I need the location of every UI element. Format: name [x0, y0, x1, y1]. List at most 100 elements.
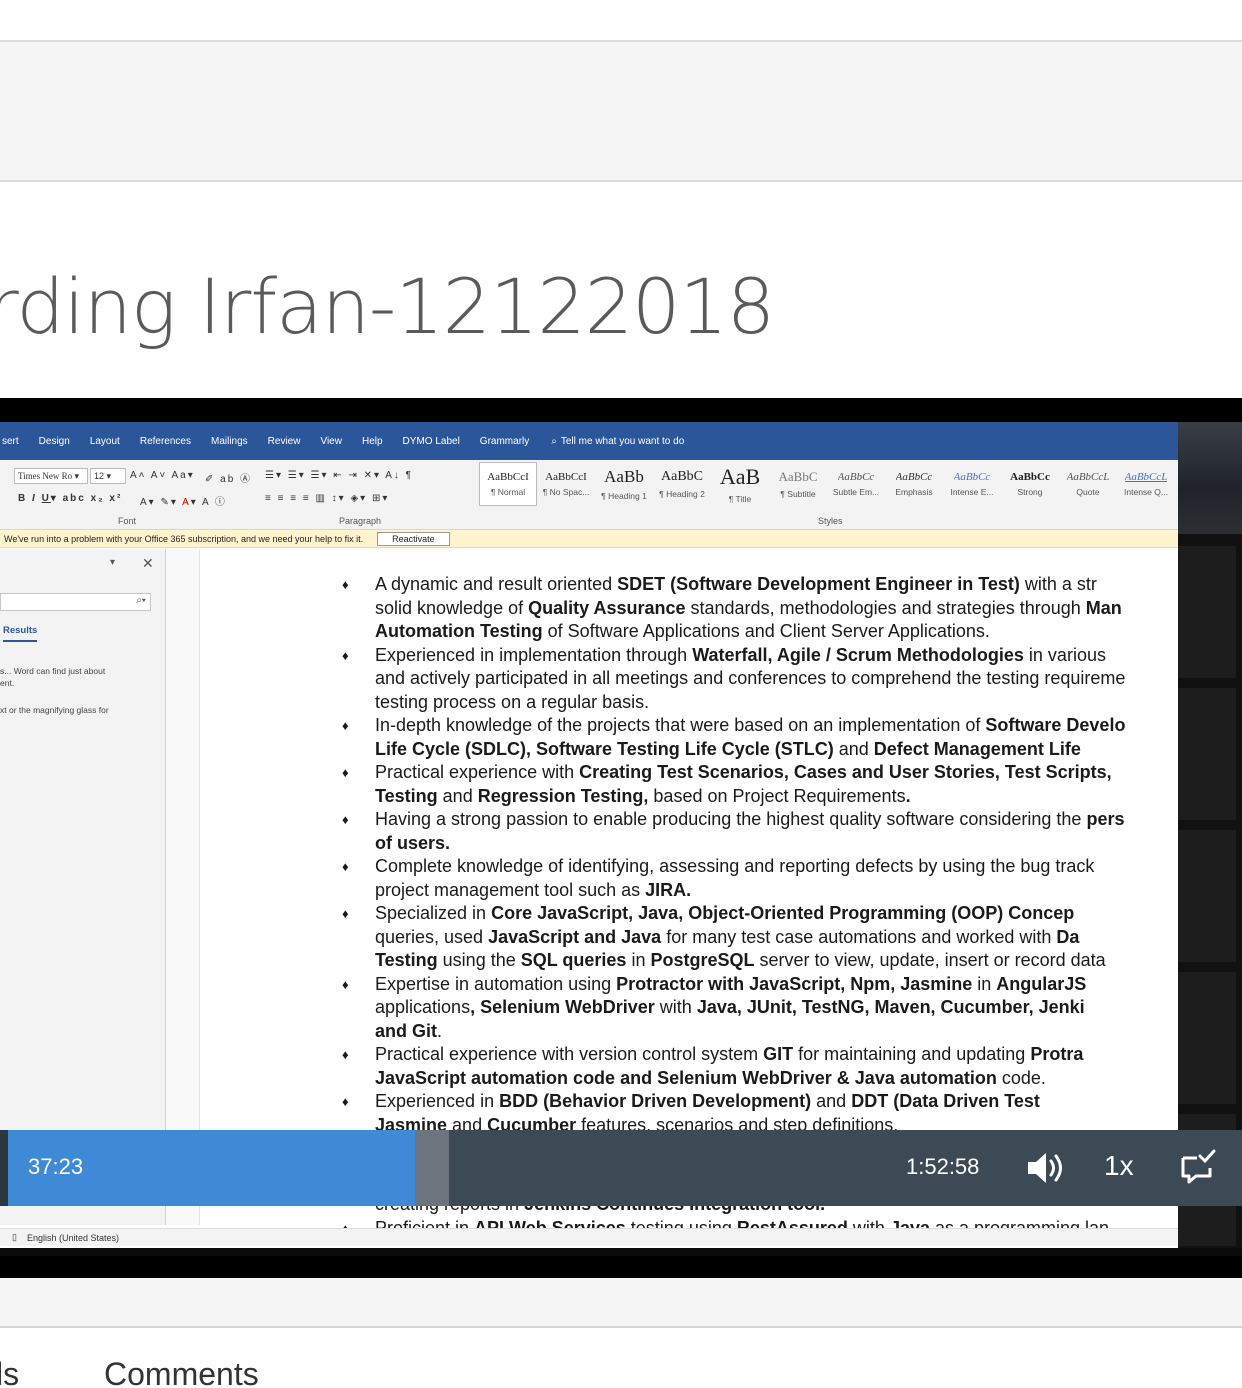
style-item: AaBbC ¶ Subtitle — [769, 462, 827, 506]
list-icons: ☰▾ ☰▾ ☰▾ ⇤ ⇥ ✕▾ A↓ ¶ — [265, 470, 414, 481]
style-sample: AaBbCcL — [1124, 471, 1168, 483]
text-run: Expertise in automation using — [375, 973, 617, 994]
tab-comments[interactable]: Comments — [104, 1356, 259, 1388]
bold-text: Testing — [375, 950, 438, 970]
bullet-item: Practical experience with Creating Test … — [342, 761, 1178, 808]
style-name: Emphasis — [895, 487, 933, 497]
bullet-item: A dynamic and result oriented SDET (Soft… — [342, 573, 1178, 644]
ribbon-tab-help: Help — [361, 435, 383, 447]
text-run: and — [811, 1091, 852, 1111]
warning-text: We've run into a problem with your Offic… — [4, 533, 364, 544]
bullet-item: Experienced in implementation through Wa… — [342, 644, 1178, 715]
style-item: AaBbCcI ¶ No Spac... — [537, 462, 595, 506]
style-sample: AaBbC — [661, 469, 703, 484]
text-run: Practical experience with — [375, 762, 580, 782]
nav-help-text-2: ent. — [0, 678, 15, 688]
style-name: ¶ Heading 2 — [659, 489, 705, 499]
text-run: of Software Applications and Client Serv… — [542, 621, 990, 641]
bold-text: Defect Management Life — [873, 738, 1081, 759]
group-styles-label: Styles — [818, 516, 843, 526]
header-band — [0, 42, 1242, 180]
participant-tile — [1178, 972, 1236, 1104]
below-video-band — [0, 1278, 1242, 1326]
style-item: AaBbCcL Intense Q... — [1117, 462, 1175, 506]
font-size-icons: A˄ A˅ Aa▾ — [130, 470, 195, 481]
page-title: ording Irfan-12122018 — [0, 262, 775, 351]
font-name-box: Times New Ro ▾ — [14, 468, 88, 484]
volume-icon[interactable] — [1026, 1150, 1066, 1186]
style-item: AaBbCc Intense E... — [943, 462, 1001, 506]
bold-text: . — [905, 785, 911, 806]
recorded-taskbar — [0, 1248, 1242, 1256]
style-name: Quote — [1076, 487, 1100, 497]
ribbon-home: Times New Ro ▾ 12 ▾ A˄ A˅ Aa▾ B I U▾ abc… — [0, 460, 1178, 530]
document-line: testing process on a regular basis. — [375, 691, 1178, 715]
bullet-item: Having a strong passion to enable produc… — [342, 808, 1178, 855]
text-run: project management tool such as — [375, 879, 646, 900]
text-run: based on Project Requirements — [648, 785, 906, 806]
text-run: using the — [437, 950, 521, 970]
text-run: standards, methodologies and strategies … — [685, 597, 1086, 618]
ribbon-tab-view: View — [320, 435, 342, 447]
search-icon: ⌕ — [551, 435, 557, 447]
style-sample: AaBbCc — [1010, 471, 1050, 483]
ribbon-tab-layout: Layout — [89, 435, 120, 447]
group-font-label: Font — [118, 516, 137, 526]
style-item: AaBb ¶ Heading 1 — [595, 462, 653, 506]
proofing-icon: ▯ — [12, 1232, 17, 1242]
document-line: solid knowledge of Quality Assurance sta… — [375, 597, 1178, 621]
video-player[interactable]: sert Design Layout References Mailings Review… — [0, 398, 1242, 1278]
font-size-box: 12 ▾ — [90, 468, 126, 484]
pane-options-icon: ▾ — [110, 557, 116, 568]
bold-text: JIRA. — [645, 879, 692, 900]
tell-me-box: ⌕ Tell me what you want to do — [549, 436, 684, 447]
document-line: Specialized in Core JavaScript, Java, Ob… — [375, 902, 1178, 926]
total-duration: 1:52:58 — [906, 1154, 980, 1179]
document-line: Automation Testing of Software Applicati… — [375, 620, 1178, 644]
participant-tile — [1178, 546, 1236, 678]
tell-me-text: Tell me what you want to do — [560, 435, 685, 447]
participant-tile — [1178, 830, 1236, 962]
recorded-word-window: sert Design Layout References Mailings Review… — [0, 422, 1178, 1248]
captions-icon[interactable] — [1178, 1148, 1216, 1184]
bullet-item: Practical experience with version contro… — [342, 1043, 1178, 1090]
playback-speed-button[interactable]: 1x — [1104, 1150, 1134, 1182]
document-line: Complete knowledge of identifying, asses… — [375, 855, 1178, 879]
style-name: ¶ Subtitle — [780, 489, 816, 499]
nav-search-box: ⌕▾ — [0, 593, 151, 611]
ribbon-tabs: sert Design Layout References Mailings Review… — [0, 422, 1178, 460]
participant-tile — [1178, 688, 1236, 820]
style-item: AaBbCcL Quote — [1059, 462, 1117, 506]
text-run: queries, used — [375, 926, 489, 947]
bold-text: Life Cycle (SDLC), Software Testing Life… — [375, 738, 834, 759]
clear-format-icons: ✐ ab Ⓐ — [205, 474, 253, 485]
document-line: In-depth knowledge of the projects that … — [375, 714, 1178, 738]
style-sample: AaBbCc — [837, 471, 875, 483]
bold-text: JavaScript and Java — [488, 926, 662, 947]
close-icon: ✕ — [142, 555, 154, 571]
bold-text: DDT (Data Driven Test — [851, 1091, 1040, 1111]
bold-text: Regression Testing, — [477, 785, 649, 806]
document-line: Experienced in BDD (Behavior Driven Deve… — [375, 1090, 1178, 1114]
nav-tab-results: Results — [3, 625, 38, 642]
document-line: queries, used JavaScript and Java for ma… — [375, 926, 1178, 950]
tab-details[interactable]: ls — [0, 1356, 19, 1388]
bold-text: , Selenium WebDriver — [470, 997, 655, 1017]
text-run: and — [833, 738, 874, 759]
styles-gallery: AaBbCcI ¶ Normal AaBbCcI ¶ No Spac... AaBb ¶ … — [479, 462, 1178, 512]
bold-text: AngularJS — [996, 973, 1087, 994]
ribbon-tab-sert: sert — [2, 435, 19, 447]
text-run: with a str — [1019, 574, 1097, 594]
document-line: JavaScript automation code and Selenium … — [375, 1067, 1178, 1091]
bold-text: of users. — [375, 832, 451, 853]
style-sample: AaBbCcL — [1066, 471, 1110, 483]
ribbon-tab-dymo-label: DYMO Label — [402, 435, 460, 447]
progress-buffered[interactable] — [415, 1130, 449, 1206]
style-item: AaBbCc Emphasis — [885, 462, 943, 506]
bold-text: Protractor with JavaScript, Npm, Jasmine — [616, 973, 973, 994]
text-run: in — [972, 973, 997, 994]
document-line: Testing using the SQL queries in Postgre… — [375, 949, 1178, 973]
bold-text: JavaScript automation code and Selenium … — [375, 1067, 997, 1088]
nav-help-text-3: xt or the magnifying glass for — [0, 705, 109, 715]
text-run: Complete knowledge of identifying, asses… — [375, 856, 1095, 876]
